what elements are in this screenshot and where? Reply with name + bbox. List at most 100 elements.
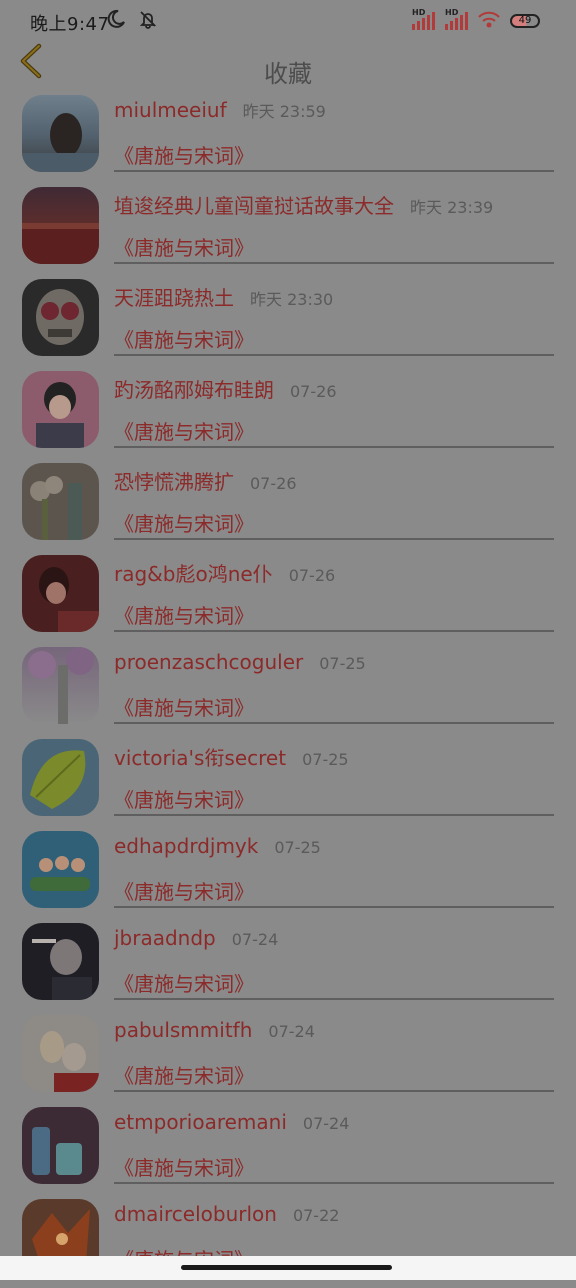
avatar[interactable] xyxy=(22,923,99,1000)
signal-hd-label-2: HD xyxy=(445,8,459,17)
favorite-title: 《唐施与宋词》 xyxy=(114,696,254,720)
name-row: 天涯跙跷热土 昨天 23:30 xyxy=(114,282,556,311)
name-row: miulmeeiuf 昨天 23:59 xyxy=(114,98,556,122)
page-title: 收藏 xyxy=(264,60,312,88)
list-item[interactable]: etmporioaremani 07-24 《唐施与宋词》 xyxy=(0,1104,576,1196)
wifi-icon xyxy=(478,10,500,32)
cell-signal-icon-2: HD xyxy=(445,8,468,30)
divider xyxy=(114,446,554,448)
list-item[interactable]: edhapdrdjmyk 07-25 《唐施与宋词》 xyxy=(0,828,576,920)
favorites-list: miulmeeiuf 昨天 23:59 《唐施与宋词》 埴逡经典儿童闯童挝话故事… xyxy=(0,92,576,1288)
name-row: proenzaschcoguler 07-25 xyxy=(114,650,556,674)
list-item[interactable]: 恐悖慌沸腾扩 07-26 《唐施与宋词》 xyxy=(0,460,576,552)
status-left-icons xyxy=(106,9,158,33)
timestamp: 昨天 23:30 xyxy=(250,290,334,309)
avatar[interactable] xyxy=(22,831,99,908)
battery-icon: 49 xyxy=(510,14,540,28)
favorite-title: 《唐施与宋词》 xyxy=(114,512,254,536)
divider xyxy=(114,630,554,632)
list-item[interactable]: miulmeeiuf 昨天 23:59 《唐施与宋词》 xyxy=(0,92,576,184)
home-indicator xyxy=(0,1256,576,1280)
name-row: rag&b彪o鸿ne仆 07-26 xyxy=(114,558,556,587)
divider xyxy=(114,906,554,908)
favorite-title: 《唐施与宋词》 xyxy=(114,1156,254,1180)
username: etmporioaremani xyxy=(114,1110,287,1134)
username: 天涯跙跷热土 xyxy=(114,286,234,310)
timestamp: 07-26 xyxy=(290,382,337,401)
favorite-title: 《唐施与宋词》 xyxy=(114,880,254,904)
list-item[interactable]: victoria's衔secret 07-25 《唐施与宋词》 xyxy=(0,736,576,828)
status-right: HD HD 49 xyxy=(412,8,540,32)
name-row: jbraadndp 07-24 xyxy=(114,926,556,950)
avatar[interactable] xyxy=(22,647,99,724)
favorite-title: 《唐施与宋词》 xyxy=(114,1064,254,1088)
timestamp: 昨天 23:39 xyxy=(410,198,494,217)
username: pabulsmmitfh xyxy=(114,1018,253,1042)
name-row: 恐悖慌沸腾扩 07-26 xyxy=(114,466,556,495)
status-bar: 晚上9:47 HD HD 49 xyxy=(0,0,576,44)
list-item[interactable]: jbraadndp 07-24 《唐施与宋词》 xyxy=(0,920,576,1012)
list-item[interactable]: 天涯跙跷热土 昨天 23:30 《唐施与宋词》 xyxy=(0,276,576,368)
divider xyxy=(114,262,554,264)
list-item[interactable]: pabulsmmitfh 07-24 《唐施与宋词》 xyxy=(0,1012,576,1104)
timestamp: 昨天 23:59 xyxy=(242,102,326,121)
favorite-title: 《唐施与宋词》 xyxy=(114,972,254,996)
username: 埴逡经典儿童闯童挝话故事大全 xyxy=(114,194,394,218)
divider xyxy=(114,354,554,356)
avatar[interactable] xyxy=(22,463,99,540)
name-row: dmairceloburlon 07-22 xyxy=(114,1202,556,1226)
username: proenzaschcoguler xyxy=(114,650,304,674)
list-item[interactable]: 趵汤酩邴姆布眭朗 07-26 《唐施与宋词》 xyxy=(0,368,576,460)
avatar[interactable] xyxy=(22,279,99,356)
list-item[interactable]: proenzaschcoguler 07-25 《唐施与宋词》 xyxy=(0,644,576,736)
name-row: 埴逡经典儿童闯童挝话故事大全 昨天 23:39 xyxy=(114,190,556,219)
name-row: pabulsmmitfh 07-24 xyxy=(114,1018,556,1042)
avatar[interactable] xyxy=(22,95,99,172)
username: miulmeeiuf xyxy=(114,98,227,122)
favorite-title: 《唐施与宋词》 xyxy=(114,420,254,444)
timestamp: 07-25 xyxy=(274,838,321,857)
timestamp: 07-26 xyxy=(250,474,297,493)
header: 收藏 xyxy=(0,43,576,92)
username: dmairceloburlon xyxy=(114,1202,277,1226)
avatar[interactable] xyxy=(22,1107,99,1184)
avatar[interactable] xyxy=(22,371,99,448)
home-bar[interactable] xyxy=(181,1265,392,1270)
timestamp: 07-22 xyxy=(292,1206,340,1225)
divider xyxy=(114,1090,554,1092)
divider xyxy=(114,998,554,1000)
moon-icon xyxy=(106,9,126,33)
username: victoria's衔secret xyxy=(114,746,287,770)
avatar[interactable] xyxy=(22,739,99,816)
divider xyxy=(114,722,554,724)
username: jbraadndp xyxy=(114,926,216,950)
timestamp: 07-25 xyxy=(319,654,366,673)
username: rag&b彪o鸿ne仆 xyxy=(114,562,273,586)
list-item[interactable]: rag&b彪o鸿ne仆 07-26 《唐施与宋词》 xyxy=(0,552,576,644)
cell-signal-icon: HD xyxy=(412,8,435,30)
username: edhapdrdjmyk xyxy=(114,834,259,858)
divider xyxy=(114,1182,554,1184)
favorite-title: 《唐施与宋词》 xyxy=(114,236,254,260)
favorite-title: 《唐施与宋词》 xyxy=(114,144,254,168)
timestamp: 07-24 xyxy=(231,930,279,949)
list-item[interactable]: 埴逡经典儿童闯童挝话故事大全 昨天 23:39 《唐施与宋词》 xyxy=(0,184,576,276)
divider xyxy=(114,538,554,540)
avatar[interactable] xyxy=(22,187,99,264)
status-time: 晚上9:47 xyxy=(30,14,110,35)
timestamp: 07-24 xyxy=(268,1022,315,1041)
name-row: edhapdrdjmyk 07-25 xyxy=(114,834,556,858)
favorite-title: 《唐施与宋词》 xyxy=(114,604,254,628)
divider xyxy=(114,170,554,172)
signal-hd-label: HD xyxy=(412,8,426,17)
name-row: etmporioaremani 07-24 xyxy=(114,1110,556,1134)
name-row: 趵汤酩邴姆布眭朗 07-26 xyxy=(114,374,556,403)
username: 恐悖慌沸腾扩 xyxy=(114,470,234,494)
divider xyxy=(114,814,554,816)
name-row: victoria's衔secret 07-25 xyxy=(114,742,556,771)
username: 趵汤酩邴姆布眭朗 xyxy=(114,378,274,402)
avatar[interactable] xyxy=(22,555,99,632)
favorite-title: 《唐施与宋词》 xyxy=(114,788,254,812)
bell-off-icon xyxy=(138,9,158,33)
avatar[interactable] xyxy=(22,1015,99,1092)
